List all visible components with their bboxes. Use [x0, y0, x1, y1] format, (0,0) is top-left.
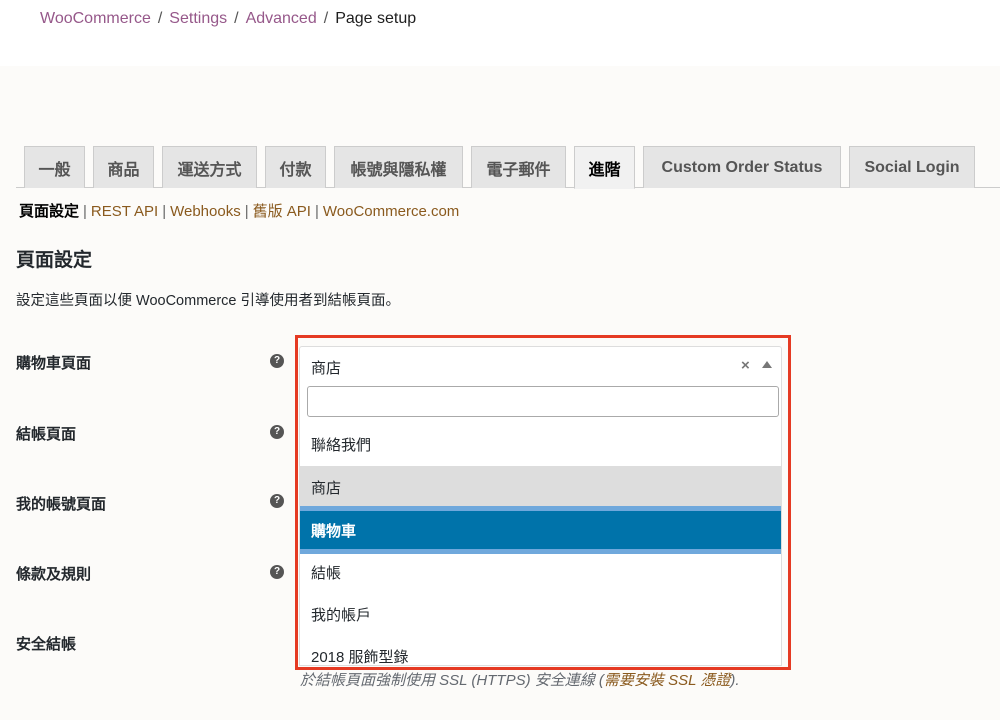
subnav-separator: |	[314, 203, 319, 220]
highlight-annotation-box	[295, 335, 791, 670]
question-circle-icon[interactable]: ?	[270, 565, 284, 579]
label-terms-page: 條款及規則	[16, 566, 92, 583]
label-my-account-page: 我的帳號頁面	[16, 496, 107, 513]
breadcrumb-current: Page setup	[335, 10, 417, 27]
tab-products[interactable]: 商品	[93, 146, 154, 188]
top-bar: WooCommerce / Settings / Advanced / Page setup	[0, 0, 1000, 66]
label-cart-page: 購物車頁面	[16, 355, 92, 372]
section-description: 設定這些頁面以便 WooCommerce 引導使用者到結帳頁面。	[16, 293, 401, 309]
subnav-webhooks[interactable]: Webhooks	[170, 203, 241, 220]
tab-social-login[interactable]: Social Login	[849, 146, 975, 188]
question-circle-icon[interactable]: ?	[270, 354, 284, 368]
breadcrumb: WooCommerce / Settings / Advanced / Page setup	[40, 9, 416, 29]
ssl-description: 於結帳頁面強制使用 SSL (HTTPS) 安全連線 (需要安裝 SSL 憑證)…	[300, 669, 740, 690]
tab-payments[interactable]: 付款	[265, 146, 326, 188]
tab-shipping[interactable]: 運送方式	[162, 146, 257, 188]
section-title: 頁面設定	[16, 250, 93, 271]
question-circle-icon[interactable]: ?	[270, 425, 284, 439]
tab-emails[interactable]: 電子郵件	[471, 146, 566, 188]
subnav-page-setup: 頁面設定	[19, 203, 80, 220]
subnav-rest-api[interactable]: REST API	[91, 203, 158, 220]
breadcrumb-separator: /	[323, 10, 329, 27]
subnav-separator: |	[83, 203, 87, 220]
breadcrumb-settings[interactable]: Settings	[169, 10, 227, 27]
sub-navigation: 頁面設定 | REST API | Webhooks | 舊版 API | WooCommerc…	[19, 202, 459, 222]
subnav-woocommerce-com[interactable]: WooCommerce.com	[323, 203, 459, 220]
subnav-legacy-api[interactable]: 舊版 API	[253, 203, 311, 220]
question-circle-icon[interactable]: ?	[270, 494, 284, 508]
breadcrumb-separator: /	[234, 10, 239, 27]
ssl-description-prefix: 於結帳頁面強制使用 SSL (HTTPS) 安全連線 (	[300, 672, 604, 689]
ssl-description-suffix: ).	[730, 672, 740, 689]
tab-accounts-privacy[interactable]: 帳號與隱私權	[334, 146, 463, 188]
settings-tabs: 一般 商品 運送方式 付款 帳號與隱私權 電子郵件 進階 Custom Orde…	[16, 146, 1000, 189]
label-checkout-page: 結帳頁面	[16, 426, 77, 443]
tab-advanced[interactable]: 進階	[574, 146, 635, 189]
subnav-separator: |	[162, 203, 167, 220]
label-secure-checkout: 安全結帳	[16, 636, 77, 653]
breadcrumb-separator: /	[157, 10, 163, 27]
tab-custom-order-status[interactable]: Custom Order Status	[643, 146, 841, 188]
tab-general[interactable]: 一般	[24, 146, 85, 188]
breadcrumb-woocommerce[interactable]: WooCommerce	[40, 10, 151, 27]
breadcrumb-advanced[interactable]: Advanced	[246, 10, 317, 27]
ssl-certificate-link[interactable]: 需要安裝 SSL 憑證	[604, 672, 730, 689]
subnav-separator: |	[244, 203, 249, 220]
